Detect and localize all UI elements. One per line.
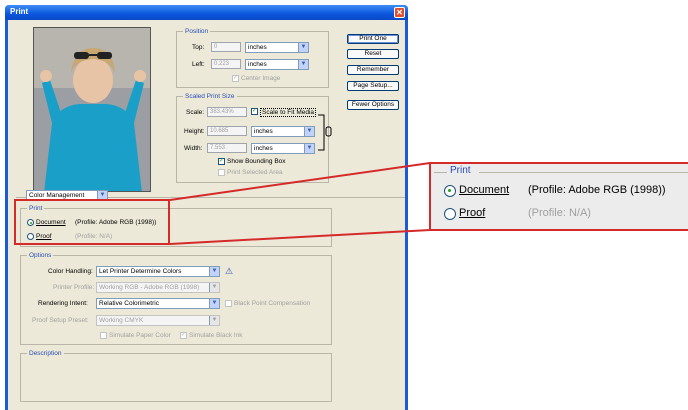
- zoom-print-legend: Print: [450, 165, 471, 176]
- zoom-proof-label: Proof: [459, 207, 486, 219]
- zoom-proof-radio: [444, 208, 456, 220]
- zoom-document-label: Document: [459, 184, 510, 196]
- zoom-document-profile: (Profile: Adobe RGB (1998)): [528, 184, 666, 196]
- zoom-document-radio: [444, 185, 456, 197]
- zoom-legend-line-right: [479, 172, 688, 173]
- zoomed-print-group: Print Document (Profile: Adobe RGB (1998…: [429, 162, 688, 231]
- zoom-legend-line-left: [434, 172, 447, 173]
- zoom-proof-profile: (Profile: N/A): [528, 207, 591, 219]
